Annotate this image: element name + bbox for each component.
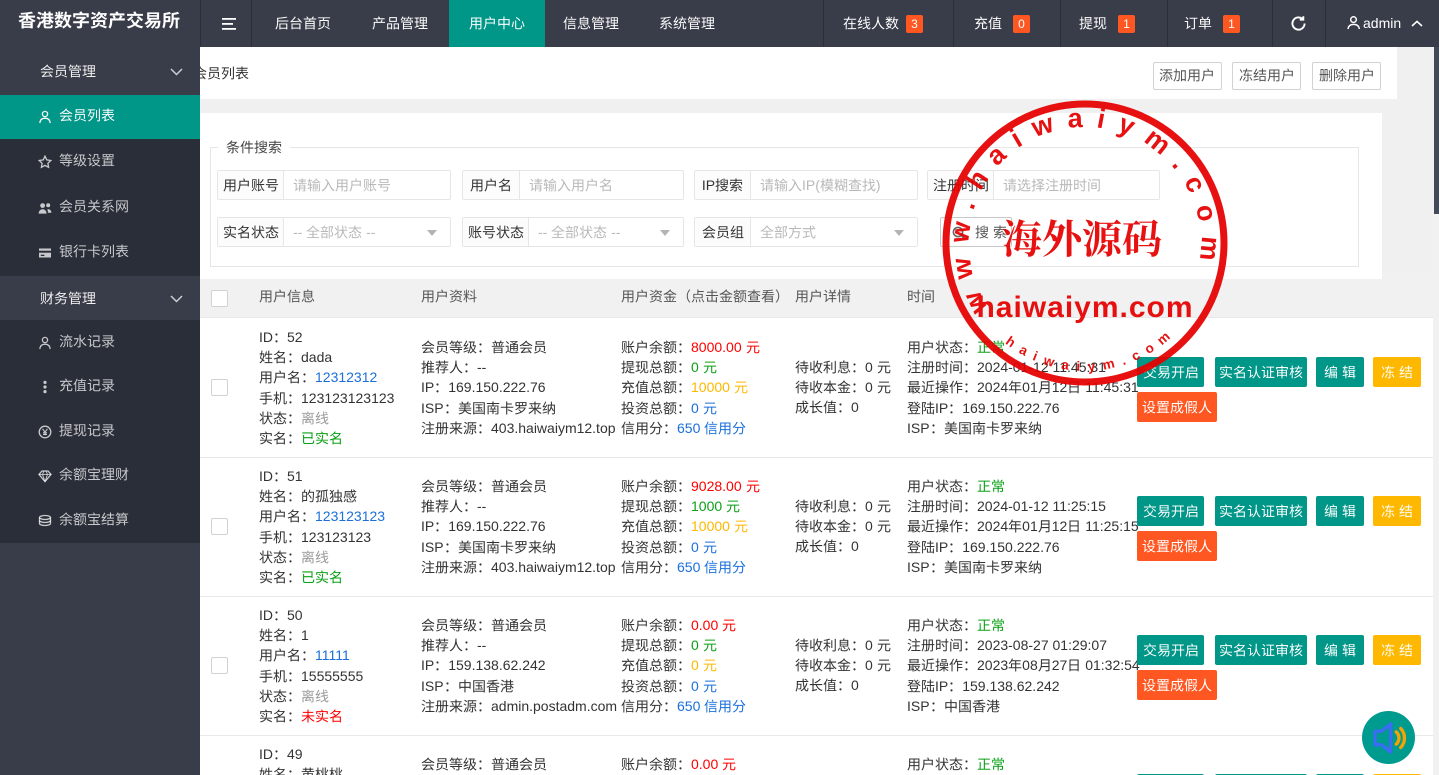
svg-text:www.haiwaiym.com: www.haiwaiym.com xyxy=(944,103,1226,320)
svg-text:haiwaiym.com: haiwaiym.com xyxy=(976,291,1193,324)
